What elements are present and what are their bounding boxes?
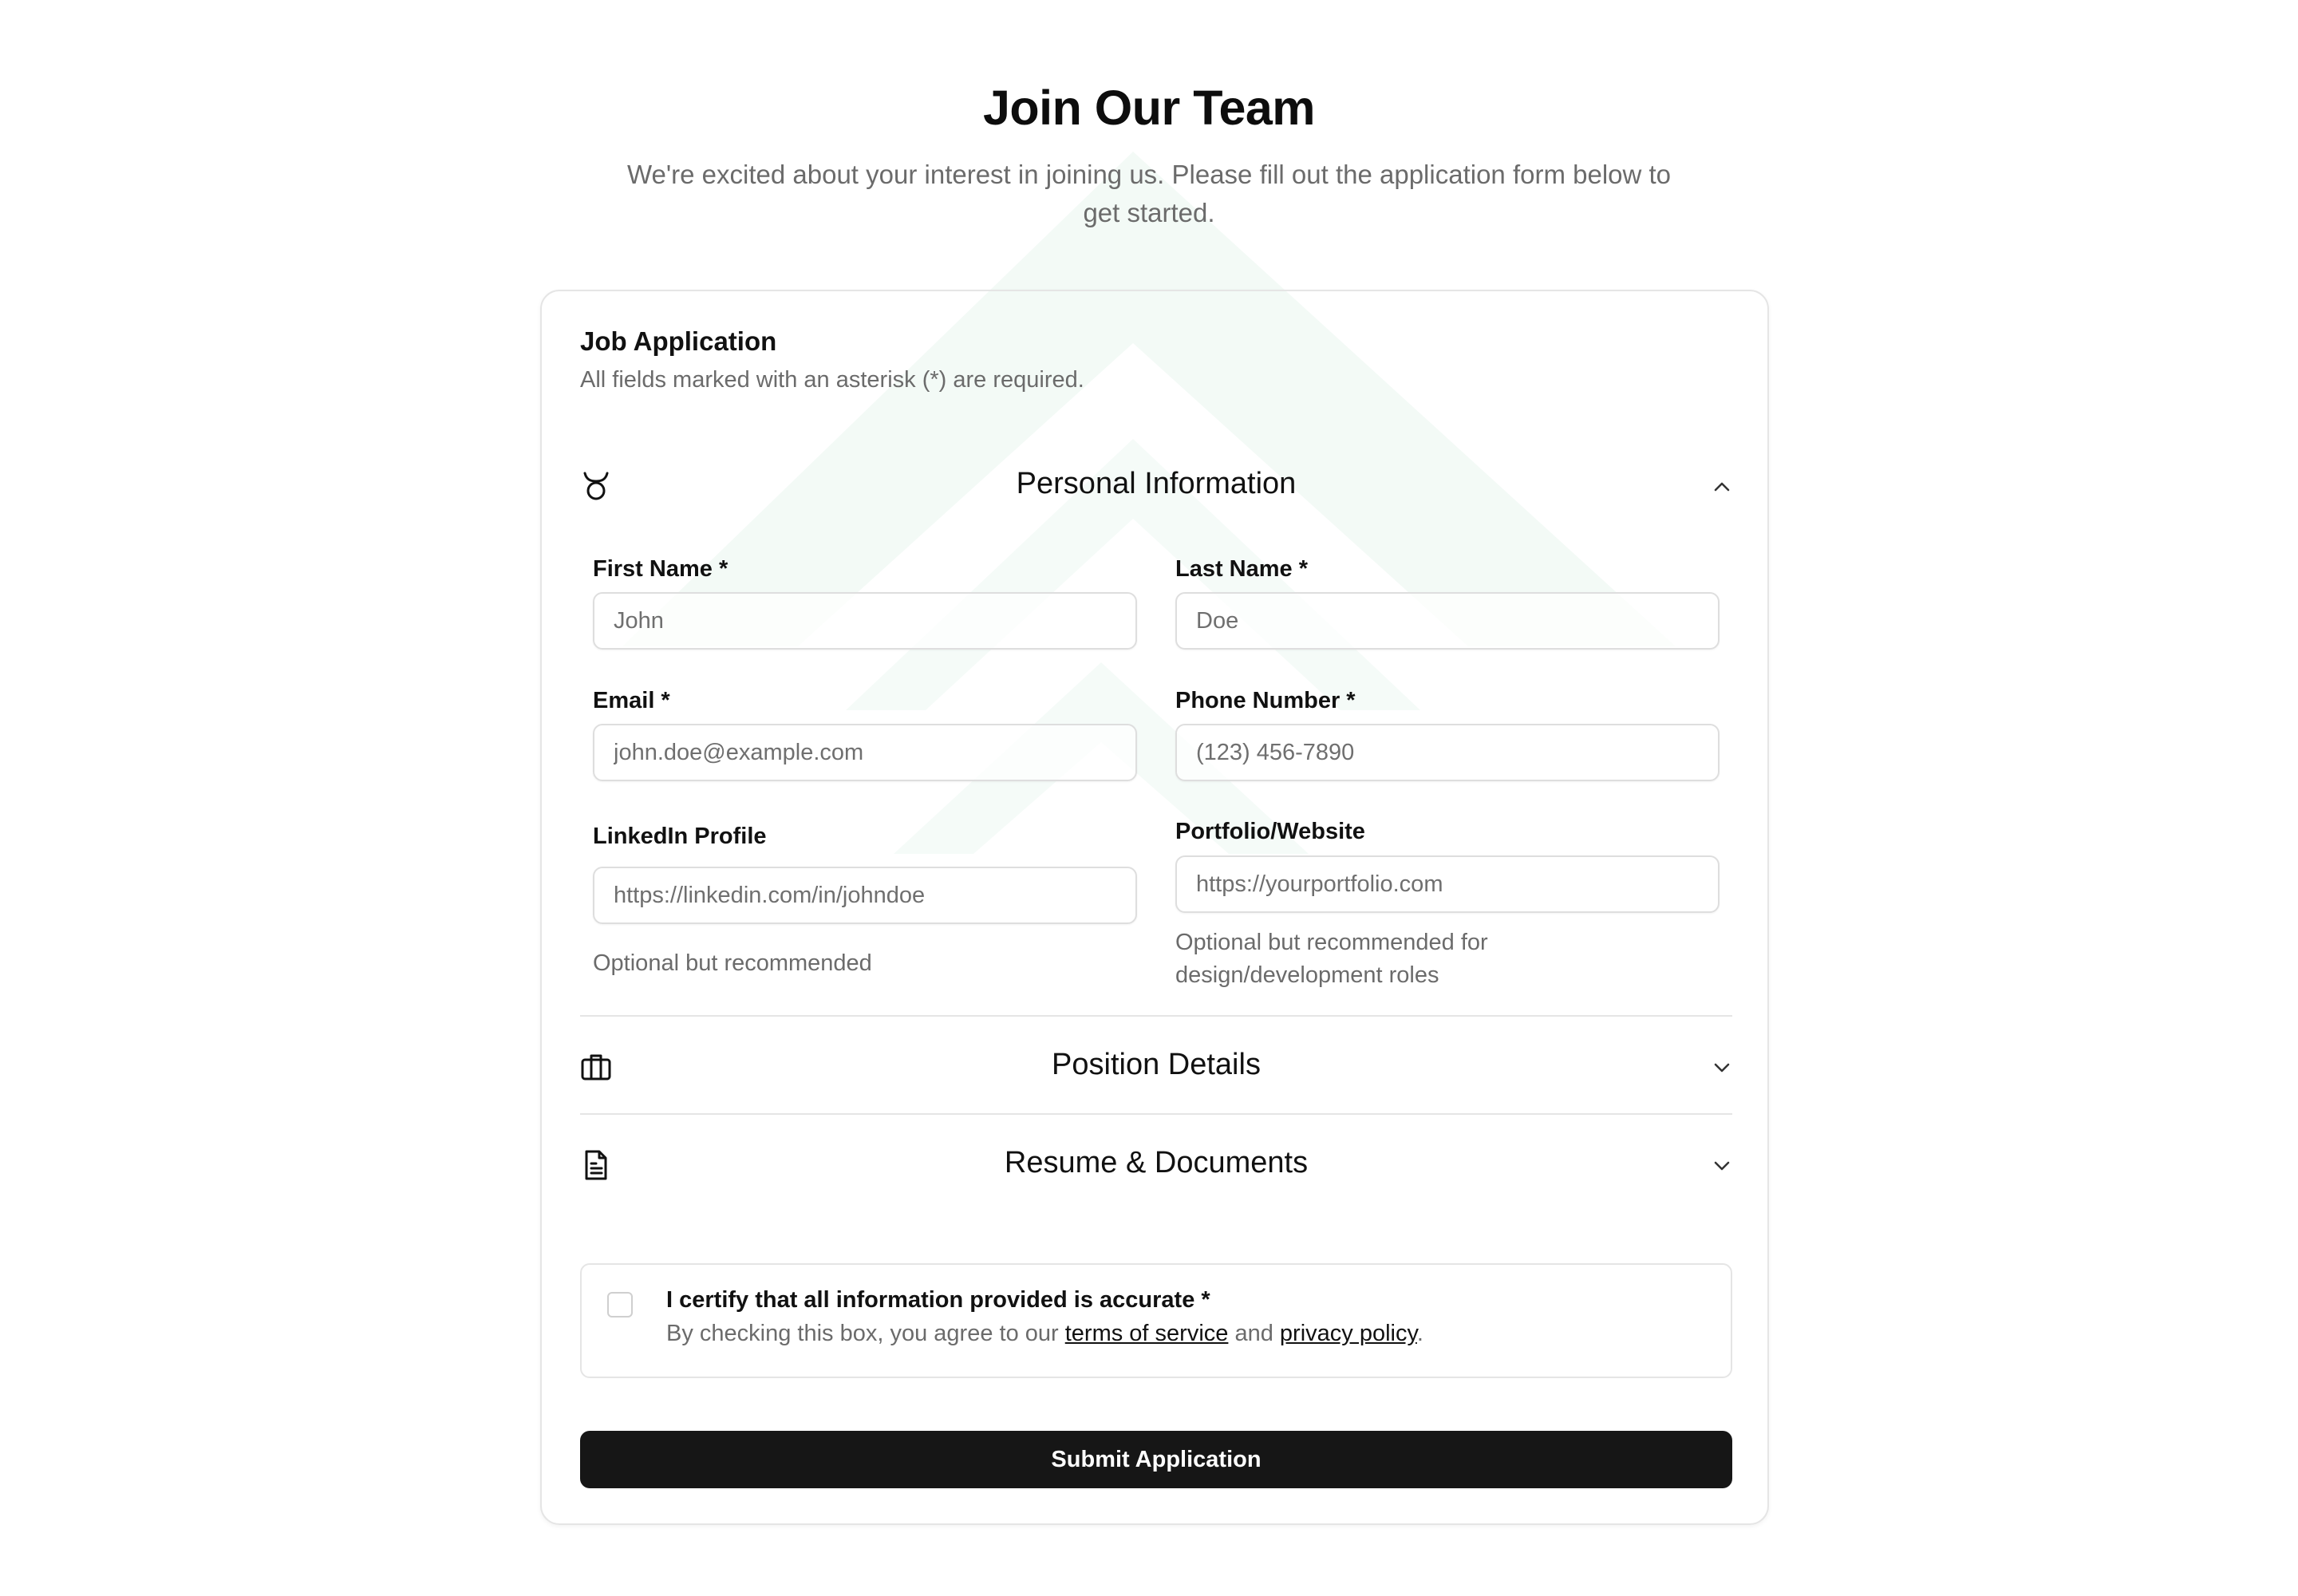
page: Join Our Team We're excited about your i… [0, 0, 2298, 1596]
privacy-policy-link[interactable]: privacy policy [1280, 1321, 1417, 1346]
certify-text-between: and [1228, 1321, 1280, 1346]
page-title: Join Our Team [982, 81, 1316, 135]
section-resume-header[interactable]: Resume & Documents [580, 1133, 1732, 1197]
chevron-up-icon[interactable] [1712, 476, 1732, 497]
portfolio-input[interactable] [1175, 855, 1720, 913]
last-name-input[interactable] [1175, 592, 1720, 650]
section-position-header[interactable]: Position Details [580, 1035, 1732, 1099]
linkedin-input[interactable] [593, 867, 1137, 924]
form-subtitle: All fields marked with an asterisk (*) a… [580, 367, 1084, 393]
portfolio-hint-line1: Optional but recommended for [1175, 930, 1488, 955]
section-resume-title: Resume & Documents [1004, 1146, 1309, 1179]
application-card: Job Application All fields marked with a… [540, 290, 1769, 1525]
section-personal-header[interactable]: Personal Information [580, 454, 1732, 518]
form-title: Job Application [580, 326, 777, 356]
first-name-input[interactable] [593, 592, 1137, 650]
first-name-label: First Name * [593, 556, 728, 582]
last-name-label: Last Name * [1175, 556, 1309, 582]
chevron-down-icon[interactable] [1712, 1057, 1732, 1078]
phone-input[interactable] [1175, 724, 1720, 781]
submit-application-button[interactable]: Submit Application [580, 1431, 1732, 1488]
portfolio-hint-line2: design/development roles [1175, 962, 1439, 988]
page-subtitle: We're excited about your interest in joi… [626, 160, 1672, 227]
section-divider [580, 1015, 1732, 1017]
section-personal-title: Personal Information [1016, 467, 1297, 500]
certify-text-before: By checking this box, you agree to our [666, 1321, 1065, 1346]
portfolio-label: Portfolio/Website [1175, 819, 1365, 844]
section-divider [580, 1113, 1732, 1115]
email-input[interactable] [593, 724, 1137, 781]
linkedin-label: LinkedIn Profile [593, 824, 767, 849]
section-position-title: Position Details [1052, 1048, 1261, 1081]
hero-header: Join Our Team We're excited about your i… [0, 76, 2298, 232]
certify-text: By checking this box, you agree to our t… [666, 1321, 1423, 1347]
chevron-down-icon[interactable] [1712, 1156, 1732, 1176]
certify-box: I certify that all information provided … [580, 1263, 1732, 1378]
portfolio-hint: Optional but recommended for design/deve… [1175, 926, 1488, 992]
certify-title: I certify that all information provided … [666, 1287, 1210, 1313]
terms-of-service-link[interactable]: terms of service [1065, 1321, 1229, 1346]
email-label: Email * [593, 688, 670, 713]
certify-checkbox[interactable] [607, 1292, 633, 1317]
linkedin-hint: Optional but recommended [593, 950, 872, 976]
certify-text-after: . [1416, 1321, 1423, 1346]
phone-label: Phone Number * [1175, 688, 1356, 713]
